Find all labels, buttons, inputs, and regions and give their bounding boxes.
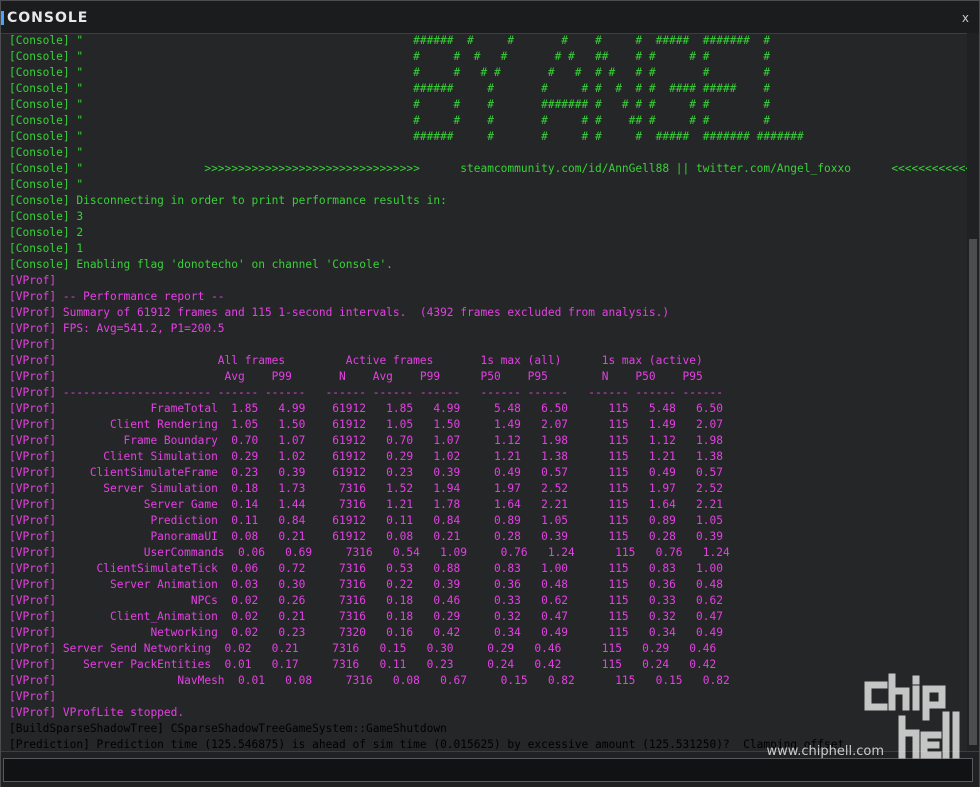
log-line-vprof: [VProf] -- Performance report -- xyxy=(9,290,225,303)
log-line-vprof: [VProf] NPCs 0.02 0.26 7316 0.18 0.46 0.… xyxy=(9,594,723,607)
log-line-vprof: [VProf] Server Send Networking 0.02 0.21… xyxy=(9,642,717,655)
console-log[interactable]: [Console] " ###### # # # # # ##### #####… xyxy=(1,33,967,751)
log-line-vprof: [VProf] Frame Boundary 0.70 1.07 61912 0… xyxy=(9,434,723,447)
log-line-console: [Console] " # # # ####### # # # # # # # xyxy=(9,98,771,111)
scrollbar-thumb[interactable] xyxy=(969,239,977,745)
log-line-vprof: [VProf] NavMesh 0.01 0.08 7316 0.08 0.67… xyxy=(9,674,730,687)
log-line-vprof: [VProf] UserCommands 0.06 0.69 7316 0.54… xyxy=(9,546,730,559)
log-line-vprof: [VProf] Prediction 0.11 0.84 61912 0.11 … xyxy=(9,514,723,527)
log-scrollbar[interactable] xyxy=(967,33,979,751)
log-line-vprof: [VProf] All frames Active frames 1s max … xyxy=(9,354,703,367)
log-line-vprof: [VProf] xyxy=(9,690,57,703)
log-line-vprof: [VProf] FrameTotal 1.85 4.99 61912 1.85 … xyxy=(9,402,723,415)
log-line-vprof: [VProf] Client_Animation 0.02 0.21 7316 … xyxy=(9,610,723,623)
log-line-vprof: [VProf] FPS: Avg=541.2, P1=200.5 xyxy=(9,322,225,335)
log-line-console: [Console] " # # # # # # # # # # # # xyxy=(9,66,771,79)
log-line-vprof: [VProf] Avg P99 N Avg P99 P50 P95 N P50 … xyxy=(9,370,703,383)
log-line-vprof: [VProf] Networking 0.02 0.23 7320 0.16 0… xyxy=(9,626,723,639)
log-line-build: [BuildSparseShadowTree] CSparseShadowTre… xyxy=(9,722,447,735)
log-line-console: [Console] " ###### # # # # # # # #### ##… xyxy=(9,82,771,95)
log-line-vprof: [VProf] ClientSimulateFrame 0.23 0.39 61… xyxy=(9,466,723,479)
title-accent-bar xyxy=(1,11,4,25)
log-line-vprof: [VProf] Summary of 61912 frames and 115 … xyxy=(9,306,670,319)
console-window: CONSOLE x [Console] " ###### # # # # # #… xyxy=(0,0,980,787)
console-command-input[interactable] xyxy=(3,758,973,782)
log-line-vprof: [VProf] xyxy=(9,274,57,287)
console-titlebar[interactable]: CONSOLE x xyxy=(1,1,979,34)
log-line-console: [Console] " >>>>>>>>>>>>>>>>>>>>>>>>>>>>… xyxy=(9,162,967,175)
log-line-console: [Console] " # # # # # # ## # # # # # xyxy=(9,50,771,63)
log-line-vprof: [VProf] Server Animation 0.03 0.30 7316 … xyxy=(9,578,723,591)
log-line-console: [Console] Disconnecting in order to prin… xyxy=(9,194,447,207)
log-line-vprof: [VProf] Server PackEntities 0.01 0.17 73… xyxy=(9,658,717,671)
close-button[interactable]: x xyxy=(962,11,969,25)
log-line-console: [Console] " ###### # # # # # ##### #####… xyxy=(9,130,804,143)
log-line-vprof: [VProf] Server Simulation 0.18 1.73 7316… xyxy=(9,482,723,495)
log-line-console: [Console] 2 xyxy=(9,226,84,239)
log-line-vprof: [VProf] PanoramaUI 0.08 0.21 61912 0.08 … xyxy=(9,530,723,543)
log-line-console: [Console] " ###### # # # # # ##### #####… xyxy=(9,34,771,47)
log-line-vprof: [VProf] Client Simulation 0.29 1.02 6191… xyxy=(9,450,723,463)
log-line-vprof: [VProf] ---------------------- ------ --… xyxy=(9,386,723,399)
log-line-console: [Console] 1 xyxy=(9,242,84,255)
log-line-vprof: [VProf] VProfLite stopped. xyxy=(9,706,185,719)
log-line-vprof: [VProf] Server Game 0.14 1.44 7316 1.21 … xyxy=(9,498,723,511)
log-line-console: [Console] " xyxy=(9,178,84,191)
log-line-vprof: [VProf] xyxy=(9,338,57,351)
log-line-vprof: [VProf] Client Rendering 1.05 1.50 61912… xyxy=(9,418,723,431)
log-line-console: [Console] Enabling flag 'donotecho' on c… xyxy=(9,258,393,271)
log-line-console: [Console] " xyxy=(9,146,84,159)
log-line-vprof: [VProf] ClientSimulateTick 0.06 0.72 731… xyxy=(9,562,723,575)
watermark-site-text: www.chiphell.com xyxy=(766,744,884,759)
log-line-console: [Console] " # # # # # # ## # # # # xyxy=(9,114,771,127)
window-title: CONSOLE xyxy=(7,10,89,26)
log-line-console: [Console] 3 xyxy=(9,210,84,223)
